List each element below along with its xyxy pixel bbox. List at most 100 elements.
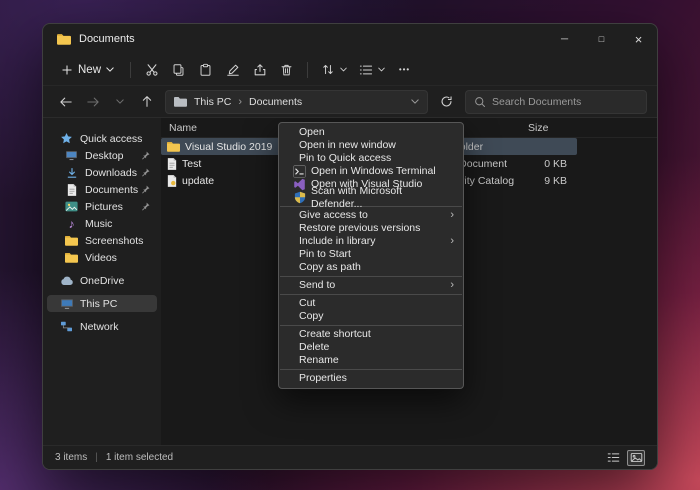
menu-item-give-access-to[interactable]: Give access to› xyxy=(279,209,463,222)
desktop-monitor-icon xyxy=(64,150,79,161)
sidebar-item-pictures[interactable]: Pictures xyxy=(47,198,157,215)
paste-icon xyxy=(199,63,212,77)
menu-item-label: Pin to Start xyxy=(299,248,351,261)
chevron-down-icon xyxy=(106,67,114,72)
address-dropdown-icon[interactable] xyxy=(411,99,419,104)
breadcrumb-documents[interactable]: Documents xyxy=(249,96,302,108)
minimize-button[interactable]: ─ xyxy=(546,24,583,54)
more-options-button[interactable]: ••• xyxy=(392,57,417,82)
toolbar-separator xyxy=(130,62,131,78)
delete-button[interactable] xyxy=(274,57,299,82)
menu-item-delete[interactable]: Delete xyxy=(279,341,463,354)
sidebar-item-documents[interactable]: Documents xyxy=(47,181,157,198)
close-button[interactable]: × xyxy=(620,24,657,54)
maximize-button[interactable]: □ xyxy=(583,24,620,54)
file-size: 0 KB xyxy=(519,158,567,170)
cut-button[interactable] xyxy=(139,57,164,82)
share-button[interactable] xyxy=(247,57,272,82)
menu-item-open-in-new-window[interactable]: Open in new window xyxy=(279,139,463,152)
menu-item-properties[interactable]: Properties xyxy=(279,372,463,385)
menu-separator xyxy=(280,294,462,295)
breadcrumb-this-pc[interactable]: This PC xyxy=(194,96,231,108)
network-icon xyxy=(59,321,74,332)
titlebar[interactable]: Documents ─ □ × xyxy=(43,24,657,54)
sort-arrows-icon xyxy=(321,63,335,76)
paste-button[interactable] xyxy=(193,57,218,82)
chevron-down-icon xyxy=(340,67,347,72)
new-button[interactable]: New xyxy=(53,57,122,82)
sidebar-item-label: Desktop xyxy=(85,150,124,162)
thumbnail-view-button[interactable] xyxy=(627,450,645,466)
new-button-label: New xyxy=(78,64,101,76)
recent-locations-button[interactable] xyxy=(107,90,132,114)
menu-item-copy[interactable]: Copy xyxy=(279,310,463,323)
quick-access-star-icon xyxy=(59,132,74,145)
download-arrow-icon xyxy=(64,167,79,179)
sidebar-item-quick-access[interactable]: Quick access xyxy=(47,130,157,147)
status-divider: | xyxy=(95,452,98,463)
column-header-size[interactable]: Size xyxy=(528,122,548,134)
sidebar-item-label: Downloads xyxy=(85,167,137,179)
view-button[interactable] xyxy=(354,57,390,82)
onedrive-cloud-icon xyxy=(59,276,74,286)
search-input[interactable] xyxy=(492,96,638,108)
menu-item-create-shortcut[interactable]: Create shortcut xyxy=(279,328,463,341)
sort-button[interactable] xyxy=(316,57,352,82)
menu-item-rename[interactable]: Rename xyxy=(279,354,463,367)
sidebar-item-label: Network xyxy=(80,321,119,333)
menu-item-cut[interactable]: Cut xyxy=(279,297,463,310)
this-pc-monitor-icon xyxy=(59,298,74,310)
sidebar-item-videos[interactable]: Videos xyxy=(47,249,157,266)
menu-item-label: Delete xyxy=(299,341,329,354)
address-breadcrumb[interactable]: This PC › Documents xyxy=(165,90,428,114)
address-bar: This PC › Documents xyxy=(43,86,657,118)
sidebar-item-this-pc[interactable]: This PC xyxy=(47,295,157,312)
submenu-arrow-icon: › xyxy=(450,209,454,222)
menu-item-open[interactable]: Open xyxy=(279,126,463,139)
music-note-icon: ♪ xyxy=(64,218,79,230)
pin-icon xyxy=(141,185,150,194)
content-area: Quick access Desktop Downloads Documents… xyxy=(43,118,657,445)
refresh-button[interactable] xyxy=(434,90,459,114)
details-view-button[interactable] xyxy=(604,450,622,466)
sidebar-item-music[interactable]: ♪ Music xyxy=(47,215,157,232)
menu-item-restore-previous-versions[interactable]: Restore previous versions xyxy=(279,222,463,235)
sidebar-item-screenshots[interactable]: Screenshots xyxy=(47,232,157,249)
file-explorer-window: Documents ─ □ × New ••• xyxy=(42,23,658,470)
view-list-icon xyxy=(359,64,373,76)
menu-item-scan-with-microsoft-defender[interactable]: Scan with Microsoft Defender... xyxy=(279,191,463,204)
sidebar-item-label: Documents xyxy=(85,184,138,196)
back-button[interactable] xyxy=(53,90,78,114)
sidebar-item-downloads[interactable]: Downloads xyxy=(47,164,157,181)
forward-button[interactable] xyxy=(80,90,105,114)
copy-button[interactable] xyxy=(166,57,191,82)
menu-item-label: Cut xyxy=(299,297,315,310)
menu-item-pin-to-quick-access[interactable]: Pin to Quick access xyxy=(279,152,463,165)
menu-item-label: Copy as path xyxy=(299,261,361,274)
menu-separator xyxy=(280,276,462,277)
explorer-folder-icon xyxy=(57,33,71,45)
menu-item-label: Restore previous versions xyxy=(299,222,420,235)
copy-icon xyxy=(172,63,185,77)
menu-item-pin-to-start[interactable]: Pin to Start xyxy=(279,248,463,261)
menu-item-copy-as-path[interactable]: Copy as path xyxy=(279,261,463,274)
sidebar-item-network[interactable]: Network xyxy=(47,318,157,335)
share-icon xyxy=(253,63,267,77)
menu-item-label: Include in library xyxy=(299,235,375,248)
sidebar-item-desktop[interactable]: Desktop xyxy=(47,147,157,164)
column-header-name[interactable]: Name xyxy=(161,122,197,134)
rename-button[interactable] xyxy=(220,57,245,82)
breadcrumb-separator-icon: › xyxy=(238,96,242,108)
file-name: update xyxy=(182,175,214,187)
visual-studio-icon xyxy=(293,178,306,191)
search-box[interactable] xyxy=(465,90,647,114)
file-name: Test xyxy=(182,158,201,170)
menu-item-label: Properties xyxy=(299,372,347,385)
menu-item-send-to[interactable]: Send to› xyxy=(279,279,463,292)
up-button[interactable] xyxy=(134,90,159,114)
command-toolbar: New ••• xyxy=(43,54,657,86)
sidebar-item-onedrive[interactable]: OneDrive xyxy=(47,272,157,289)
menu-item-open-in-windows-terminal[interactable]: Open in Windows Terminal xyxy=(279,165,463,178)
menu-item-include-in-library[interactable]: Include in library› xyxy=(279,235,463,248)
pin-icon xyxy=(141,168,150,177)
